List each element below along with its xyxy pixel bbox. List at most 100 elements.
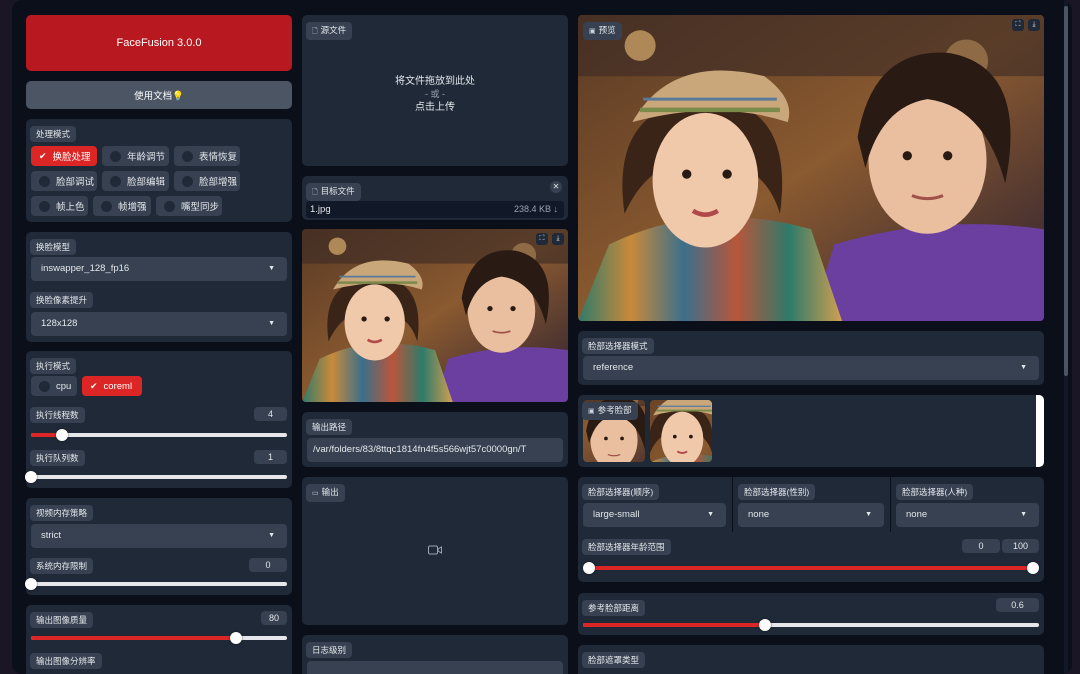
log-level-panel: 日志级别 xyxy=(302,635,568,674)
dropdown-value: large-small xyxy=(593,509,640,520)
processors-label: 处理模式 xyxy=(30,126,77,142)
reference-face-thumb[interactable] xyxy=(650,400,712,462)
age-range-slider[interactable] xyxy=(583,562,1039,574)
output-options-panel: 输出图像质量 80 输出图像分辨率 xyxy=(26,605,292,674)
processor-face-swapper-checkbox[interactable]: ✔ 换脸处理 xyxy=(31,146,97,166)
processor-frame-enhancer-checkbox[interactable]: 帧增强 xyxy=(93,196,151,216)
processor-face-debugger-checkbox[interactable]: 脸部调试 xyxy=(31,171,97,191)
face-selector-mode-panel: 脸部选择器模式 reference ▼ xyxy=(578,331,1044,385)
or-text: - 或 - xyxy=(425,89,445,99)
file-icon: 🗋 xyxy=(312,28,318,35)
execution-coreml-checkbox[interactable]: ✔ coreml xyxy=(82,376,142,396)
memory-limit-label: 系统内存限制 xyxy=(30,558,94,574)
thread-count-slider[interactable] xyxy=(31,429,287,441)
face-selector-gender-dropdown[interactable]: none ▼ xyxy=(738,503,884,527)
slider-handle[interactable] xyxy=(25,578,37,590)
face-selector-mode-dropdown[interactable]: reference ▼ xyxy=(583,356,1039,380)
execution-label: 执行模式 xyxy=(30,358,77,374)
reference-distance-slider[interactable] xyxy=(583,619,1039,631)
face-thumbnail-female xyxy=(650,400,712,462)
docs-label: 使用文档💡 xyxy=(134,91,184,102)
download-icon[interactable]: ⤓ xyxy=(552,233,564,245)
target-file-row[interactable]: 1.jpg 238.4 KB ↓ xyxy=(306,201,564,218)
processor-face-editor-checkbox[interactable]: 脸部编辑 xyxy=(102,171,169,191)
processor-label: 表情恢复 xyxy=(199,152,238,163)
output-quality-slider[interactable] xyxy=(31,632,287,644)
slider-handle[interactable] xyxy=(25,471,37,483)
slider-handle[interactable] xyxy=(55,429,68,441)
target-file-name: 1.jpg xyxy=(310,204,331,215)
face-selector-filters-panel: 脸部选择器(顺序) large-small ▼ 脸部选择器(性别) none ▼ 脸… xyxy=(578,477,1044,582)
radio-icon xyxy=(39,380,50,392)
scrollbar-thumb[interactable] xyxy=(1064,6,1068,376)
thread-count-input[interactable]: 4 xyxy=(254,407,287,421)
face-swapper-panel: 换脸模型 inswapper_128_fp16 ▼ 换脸像素提升 128x128 ▼ xyxy=(26,232,292,342)
age-max-handle[interactable] xyxy=(1027,562,1039,574)
queue-count-slider[interactable] xyxy=(25,471,287,483)
processor-lip-syncer-checkbox[interactable]: 嘴型同步 xyxy=(156,196,222,216)
face-selector-mode-label: 脸部选择器模式 xyxy=(582,338,654,354)
radio-icon xyxy=(182,150,193,162)
processor-face-enhancer-checkbox[interactable]: 脸部增强 xyxy=(174,171,240,191)
processor-frame-colorizer-checkbox[interactable]: 帧上色 xyxy=(31,196,88,216)
execution-panel: 执行模式 cpu ✔ coreml 执行线程数 4 执行队列数 1 xyxy=(25,351,292,488)
face-selector-race-label: 脸部选择器(人种) xyxy=(896,484,974,500)
page-scrollbar[interactable] xyxy=(1064,0,1068,674)
source-panel[interactable]: 🗋 源文件 将文件拖放到此处 - 或 - 点击上传 xyxy=(302,15,568,166)
memory-limit-slider[interactable] xyxy=(25,578,287,590)
processor-label: 帧上色 xyxy=(56,202,85,213)
processor-label: 年龄调节 xyxy=(127,152,166,163)
slider-handle[interactable] xyxy=(229,632,242,644)
gallery-scrollbar[interactable] xyxy=(1036,395,1044,467)
download-icon[interactable]: ⤓ xyxy=(1028,19,1040,31)
face-swapper-model-dropdown[interactable]: inswapper_128_fp16 ▼ xyxy=(31,257,287,281)
radio-icon xyxy=(164,200,175,212)
slider-handle[interactable] xyxy=(759,619,772,631)
reference-face-label: ▣ 参考脸部 xyxy=(582,402,638,420)
memory-strategy-dropdown[interactable]: strict ▼ xyxy=(31,524,287,548)
target-image: ⛶ ⤓ xyxy=(302,229,568,402)
reference-face-panel: ▣ 参考脸部 xyxy=(578,395,1044,467)
log-level-dropdown[interactable] xyxy=(307,661,563,674)
click-upload-text[interactable]: 点击上传 xyxy=(302,101,568,114)
memory-limit-input[interactable]: 0 xyxy=(249,558,287,572)
radio-icon xyxy=(110,150,121,162)
fullscreen-icon[interactable]: ⛶ xyxy=(536,233,548,245)
provider-label: coreml xyxy=(103,380,133,392)
processor-expression-restorer-checkbox[interactable]: 表情恢复 xyxy=(174,146,240,166)
face-selector-order-dropdown[interactable]: large-small ▼ xyxy=(583,503,726,527)
output-quality-input[interactable]: 80 xyxy=(261,611,287,625)
execution-cpu-checkbox[interactable]: cpu xyxy=(31,376,77,396)
face-selector-race-dropdown[interactable]: none ▼ xyxy=(896,503,1039,527)
age-min-input[interactable]: 0 xyxy=(962,539,1000,553)
radio-icon xyxy=(182,175,193,187)
fullscreen-icon[interactable]: ⛶ xyxy=(1012,19,1024,31)
output-panel: ▭ 输出 xyxy=(302,477,568,625)
dropdown-value: none xyxy=(748,509,770,520)
source-label: 🗋 源文件 xyxy=(306,22,353,40)
pixel-boost-dropdown[interactable]: 128x128 ▼ xyxy=(31,312,287,336)
radio-icon xyxy=(39,175,50,187)
processor-label: 换脸处理 xyxy=(52,152,91,163)
face-selector-gender-label: 脸部选择器(性别) xyxy=(738,484,816,500)
upload-dropzone[interactable]: 将文件拖放到此处 - 或 - 点击上传 xyxy=(302,75,568,114)
processor-label: 脸部调试 xyxy=(56,177,95,188)
output-path-input[interactable]: /var/folders/83/8ttqc1814fn4f5s566wjt57c… xyxy=(307,438,563,462)
close-icon[interactable]: ✕ xyxy=(550,181,562,193)
age-min-handle[interactable] xyxy=(583,562,595,574)
check-icon: ✔ xyxy=(39,150,47,161)
dropdown-value: strict xyxy=(41,530,62,541)
app-title-button[interactable]: FaceFusion 3.0.0 xyxy=(26,15,292,71)
image-icon: ▣ xyxy=(588,408,595,415)
processor-label: 帧增强 xyxy=(118,202,147,213)
processor-age-modifier-checkbox[interactable]: 年龄调节 xyxy=(102,146,169,166)
thread-count-label: 执行线程数 xyxy=(30,407,85,423)
age-max-input[interactable]: 100 xyxy=(1002,539,1039,553)
memory-strategy-label: 视频内存策略 xyxy=(30,505,94,521)
docs-button[interactable]: 使用文档💡 xyxy=(26,81,292,109)
face-selector-order-label: 脸部选择器(顺序) xyxy=(582,484,660,500)
video-camera-icon xyxy=(428,545,442,555)
queue-count-input[interactable]: 1 xyxy=(254,450,287,464)
caret-down-icon: ▼ xyxy=(268,265,275,272)
reference-distance-input[interactable]: 0.6 xyxy=(996,598,1039,612)
